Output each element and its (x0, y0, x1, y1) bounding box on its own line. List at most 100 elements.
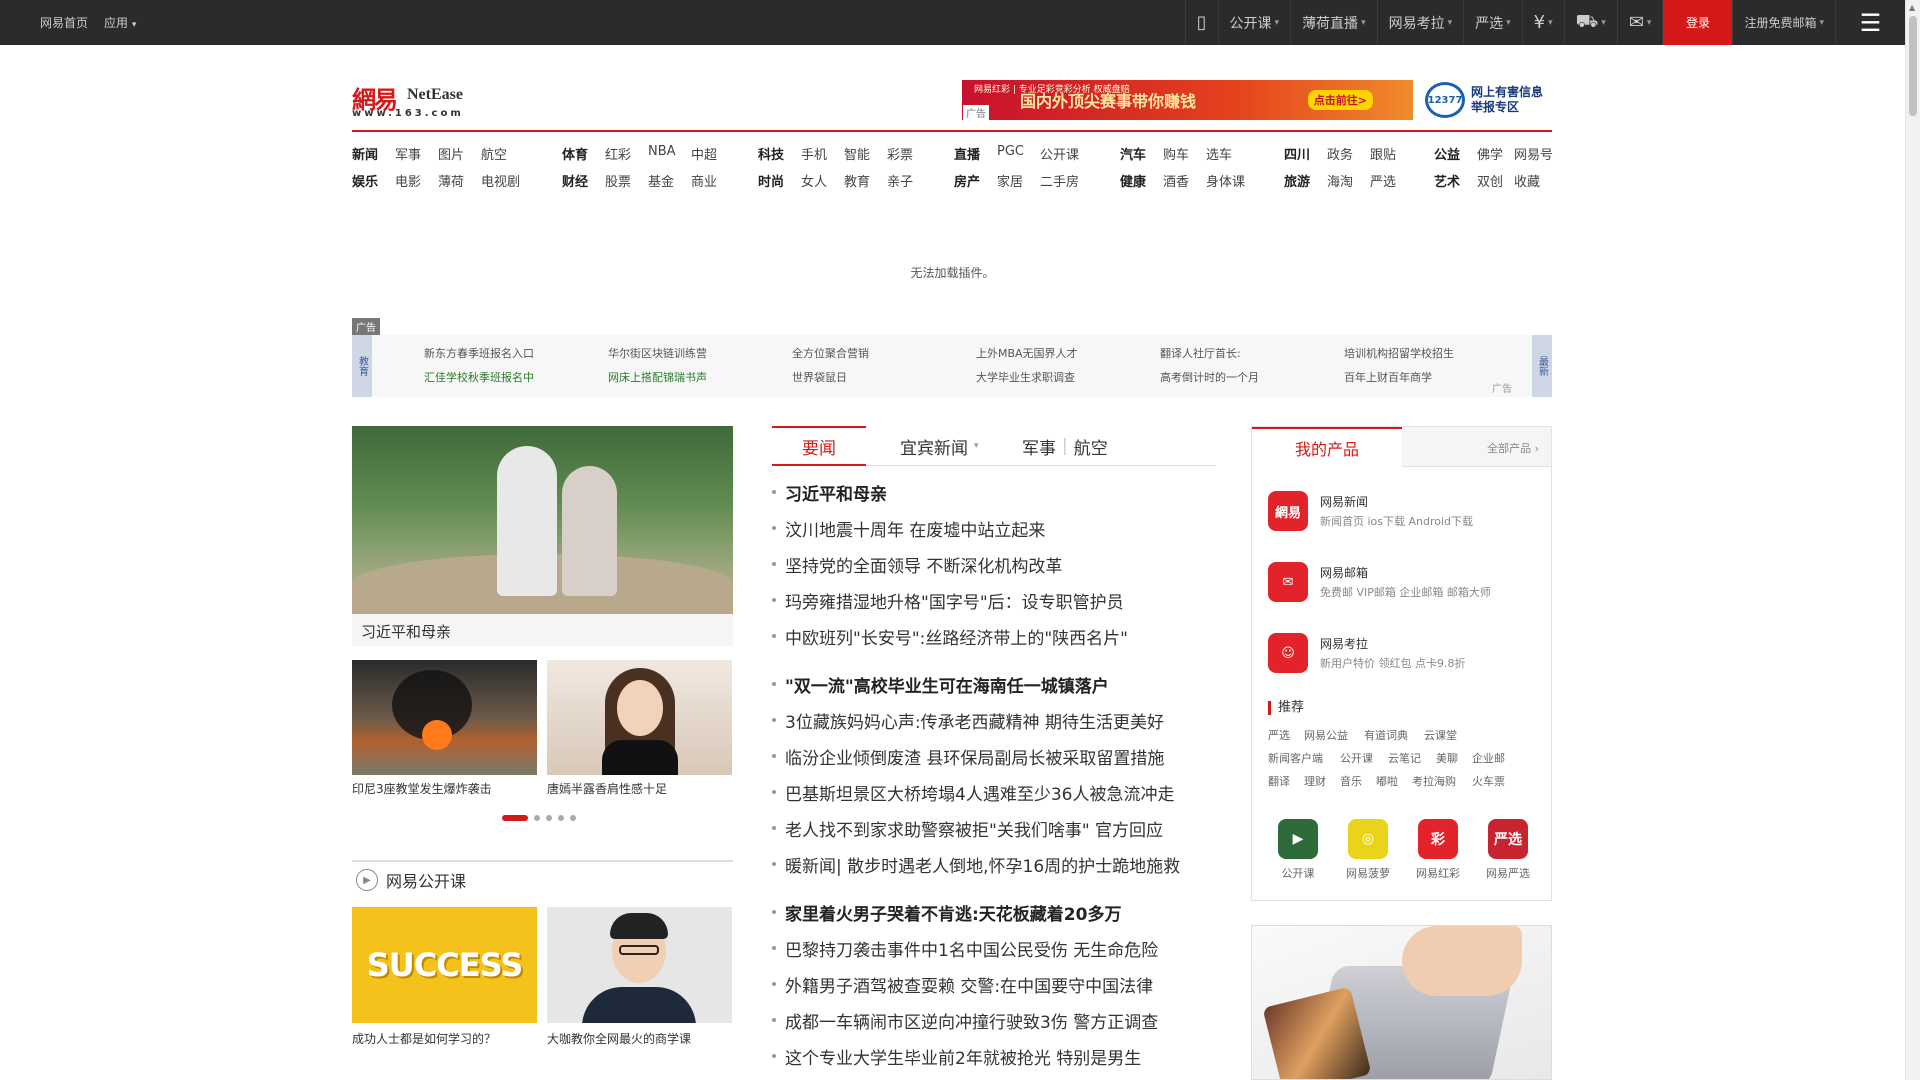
finance-menu[interactable]: ¥ ▾ (1521, 0, 1564, 45)
nav-link[interactable]: 四川 (1284, 144, 1310, 163)
nav-link[interactable]: 直播 (954, 144, 980, 163)
recommend-link[interactable]: 火车票 (1472, 773, 1505, 789)
app-hongcai[interactable]: 彩网易红彩 (1408, 819, 1468, 881)
header-banner-ad[interactable]: 网易红彩 | 专业足彩竞彩分析 权威盘赔 国内外顶尖赛事带你赚钱 点击前往> 广… (962, 80, 1413, 120)
nav-link[interactable]: 身体课 (1206, 171, 1245, 190)
nav-link[interactable]: 政务 (1327, 144, 1353, 163)
nav-link[interactable]: 房产 (954, 171, 980, 190)
carousel-dot[interactable] (546, 815, 552, 821)
news-item[interactable]: 暖新闻| 散步时遇老人倒地,怀孕16周的护士跪地施救 (772, 852, 1180, 877)
recommend-link[interactable]: 网易公益 (1304, 727, 1348, 743)
app-boluo[interactable]: ◎ 网易菠萝 (1338, 819, 1398, 881)
text-ad-link[interactable]: 全方位聚合营销 (792, 345, 869, 361)
recommend-link[interactable]: 云笔记 (1388, 750, 1421, 766)
course-caption-2[interactable]: 大咖教你全网最火的商学课 (547, 1030, 691, 1047)
thumb-explosion[interactable] (352, 660, 537, 775)
recommend-link[interactable]: 美聊 (1436, 750, 1458, 766)
text-ad-link[interactable]: 网床上搭配锦瑞书声 (608, 369, 707, 385)
recommend-link[interactable]: 嘟啦 (1376, 773, 1398, 789)
news-item[interactable]: 汶川地震十周年 在废墟中站立起来 (772, 516, 1045, 541)
nav-link[interactable]: 军事 (395, 144, 421, 163)
carousel-dot[interactable] (570, 815, 576, 821)
product-links[interactable]: 免费邮 VIP邮箱 企业邮箱 邮箱大师 (1320, 584, 1491, 600)
text-ad-link[interactable]: 培训机构招留学校招生 (1344, 345, 1454, 361)
login-button[interactable]: 登录 (1662, 0, 1733, 45)
scrollbar-thumb[interactable] (1909, 16, 1917, 116)
tab-top-news[interactable]: 要闻 (772, 426, 866, 466)
nav-link[interactable]: 二手房 (1040, 171, 1079, 190)
product-links[interactable]: 新用户特价 领红包 点卡9.8折 (1320, 655, 1466, 671)
nav-link[interactable]: 健康 (1120, 171, 1146, 190)
recommend-link[interactable]: 新闻客户端 (1268, 750, 1323, 766)
nav-link[interactable]: 海淘 (1327, 171, 1353, 190)
nav-link[interactable]: 彩票 (887, 144, 913, 163)
nav-link[interactable]: 财经 (562, 171, 588, 190)
news-item[interactable]: 中欧班列"长安号":丝路经济带上的"陕西名片" (772, 624, 1128, 649)
text-ad-link[interactable]: 翻译人社厅首长: (1160, 345, 1241, 361)
nav-link[interactable]: 女人 (801, 171, 827, 190)
nav-link[interactable]: 汽车 (1120, 144, 1146, 163)
nav-link[interactable]: NBA (648, 144, 676, 159)
tab-my-products[interactable]: 我的产品 (1252, 427, 1402, 467)
netease-home-link[interactable]: 网易首页 (40, 14, 88, 31)
news-item[interactable]: 3位藏族妈妈心声:传承老西藏精神 期待生活更美好 (772, 708, 1164, 733)
nav-link[interactable]: 亲子 (887, 171, 913, 190)
text-ad-link[interactable]: 大学毕业生求职调查 (976, 369, 1075, 385)
news-item[interactable]: 这个专业大学生毕业前2年就被抢光 特别是男生 (772, 1044, 1141, 1069)
nav-link[interactable]: 智能 (844, 144, 870, 163)
thumb-caption-2[interactable]: 唐嫣半露香肩性感十足 (547, 780, 667, 797)
mail-menu[interactable]: ✉ ▾ (1616, 0, 1663, 45)
app-yanxuan[interactable]: 严选 网易严选 (1478, 819, 1538, 881)
live-menu[interactable]: 薄荷直播 ▾ (1290, 0, 1377, 45)
news-item[interactable]: 巴黎持刀袭击事件中1名中国公民受伤 无生命危险 (772, 936, 1158, 961)
product-netease-mail[interactable]: ✉ 网易邮箱 免费邮 VIP邮箱 企业邮箱 邮箱大师 (1268, 562, 1538, 612)
recommend-link[interactable]: 公开课 (1340, 750, 1373, 766)
recommend-link[interactable]: 企业邮 (1472, 750, 1505, 766)
nav-link[interactable]: 时尚 (758, 171, 784, 190)
scroll-up-icon[interactable]: ▲ (1909, 3, 1915, 12)
hamburger-menu-icon[interactable]: ☰ (1835, 0, 1905, 45)
kaola-menu[interactable]: 网易考拉 ▾ (1376, 0, 1464, 45)
carousel-dot[interactable] (534, 815, 540, 821)
nav-link[interactable]: 体育 (562, 144, 588, 163)
news-item[interactable]: 坚持党的全面领导 不断深化机构改革 (772, 552, 1062, 577)
nav-link[interactable]: 家居 (997, 171, 1023, 190)
news-item[interactable]: 玛旁雍措湿地升格"国字号"后：设专职管护员 (772, 588, 1124, 613)
recommend-link[interactable]: 音乐 (1340, 773, 1362, 789)
product-netease-kaola[interactable]: ☺ 网易考拉 新用户特价 领红包 点卡9.8折 (1268, 633, 1538, 683)
nav-link[interactable]: 跟贴 (1370, 144, 1396, 163)
nav-link[interactable]: 购车 (1163, 144, 1189, 163)
netease-logo[interactable]: 網易 NetEase www.163.com (352, 80, 477, 120)
ad-side-left[interactable]: 教育 (352, 335, 372, 397)
tab-local-news[interactable]: 宜宾新闻 ▾ (900, 426, 979, 466)
text-ad-link[interactable]: 上外MBA无国界人才 (976, 345, 1078, 361)
nav-link[interactable]: 娱乐 (352, 171, 378, 190)
news-headline[interactable]: 习近平和母亲 (772, 480, 887, 505)
text-ad-link[interactable]: 汇佳学校秋季班报名中 (424, 369, 534, 385)
nav-link[interactable]: 公开课 (1040, 144, 1079, 163)
nav-link[interactable]: 电影 (395, 171, 421, 190)
nav-link[interactable]: 教育 (844, 171, 870, 190)
nav-link[interactable]: 公益 (1434, 144, 1460, 163)
nav-link[interactable]: 手机 (801, 144, 827, 163)
nav-link[interactable]: 航空 (481, 144, 507, 163)
headline-caption[interactable]: 习近平和母亲 (352, 614, 733, 646)
product-netease-news[interactable]: 網易 网易新闻 新闻首页 ios下载 Android下载 (1268, 491, 1538, 541)
recommend-link[interactable]: 翻译 (1268, 773, 1290, 789)
yanxuan-menu[interactable]: 严选 ▾ (1463, 0, 1522, 45)
nav-link[interactable]: 酒香 (1163, 171, 1189, 190)
nav-link[interactable]: 基金 (648, 171, 674, 190)
nav-link[interactable]: 商业 (691, 171, 717, 190)
nav-link[interactable]: 选车 (1206, 144, 1232, 163)
text-ad-link[interactable]: 百年上财百年商学 (1344, 369, 1432, 385)
nav-link[interactable]: 艺术 (1434, 171, 1460, 190)
news-item[interactable]: 老人找不到家求助警察被拒"关我们啥事" 官方回应 (772, 816, 1163, 841)
thumb-lecturer[interactable] (547, 907, 732, 1023)
apps-menu[interactable]: 应用 ▾ (104, 14, 136, 31)
nav-link[interactable]: 薄荷 (438, 171, 464, 190)
news-item[interactable]: 巴基斯坦景区大桥垮塌4人遇难至少36人被急流冲走 (772, 780, 1174, 805)
open-course-menu[interactable]: 公开课 ▾ (1217, 0, 1291, 45)
cart-menu[interactable]: ⛟ ▾ (1563, 0, 1617, 45)
nav-link[interactable]: 新闻 (352, 144, 378, 163)
mobile-app-button[interactable]: ▯ (1184, 0, 1218, 45)
